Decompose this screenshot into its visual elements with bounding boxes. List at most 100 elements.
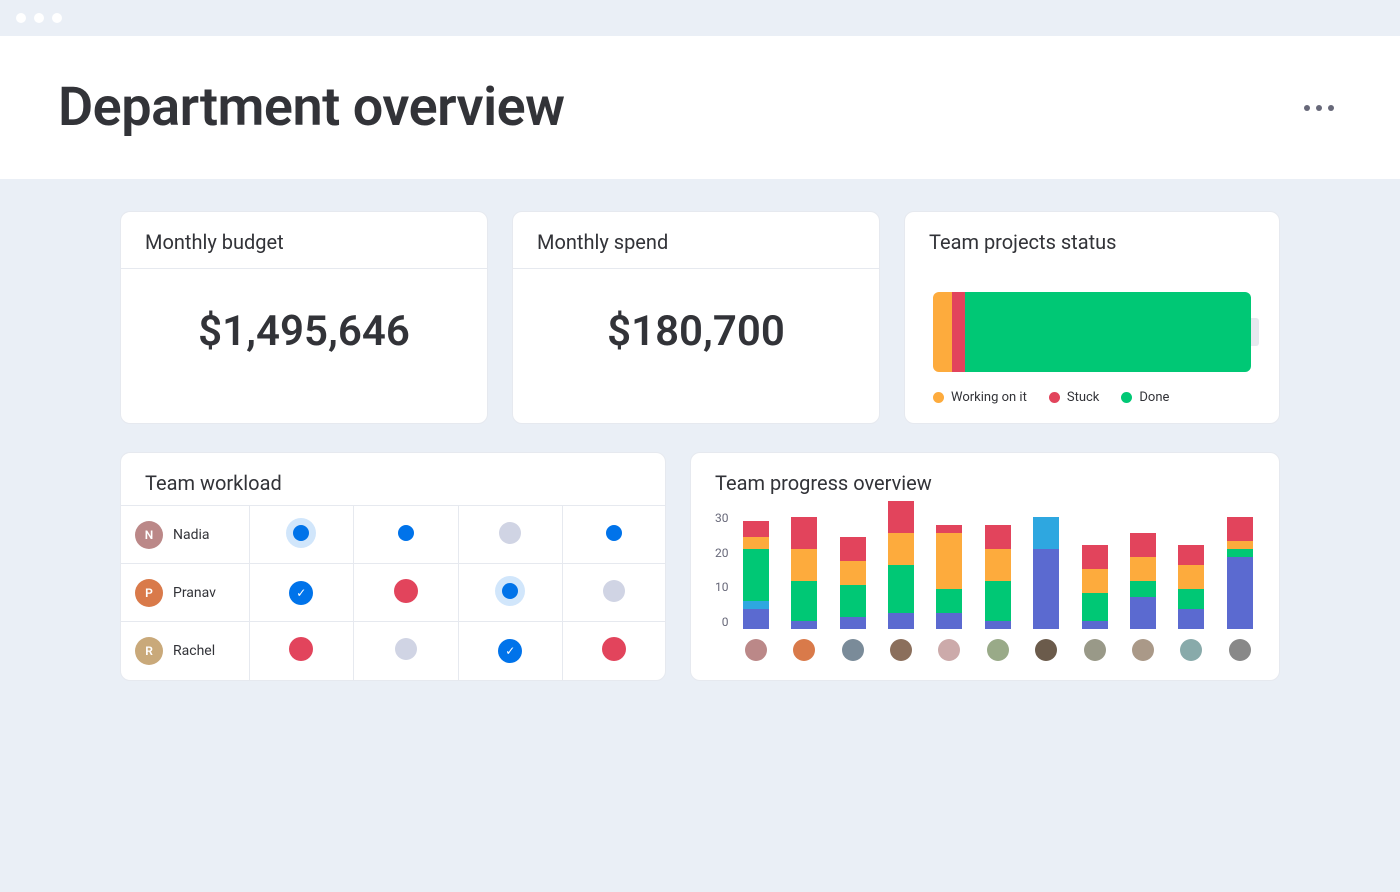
workload-status-dot[interactable] [293,525,309,541]
legend-item: Working on it [933,390,1027,405]
avatar[interactable] [938,639,960,661]
dashboard-content: Monthly budget $1,495,646 Monthly spend … [0,179,1400,681]
bar-segment [1033,517,1059,549]
avatar[interactable] [793,639,815,661]
chart-x-avatars [741,639,1256,661]
bar-segment [840,617,866,629]
avatar[interactable] [987,639,1009,661]
member-cell[interactable]: RRachel [135,637,249,665]
workload-status-dot[interactable] [398,525,414,541]
y-tick-label: 0 [715,615,729,629]
budget-value: $1,495,646 [121,269,487,400]
avatar[interactable] [1084,639,1106,661]
bar-column[interactable] [1176,545,1206,629]
avatar[interactable] [1180,639,1202,661]
status-segment [965,292,1251,372]
bar-column[interactable] [1225,517,1255,629]
bar-column[interactable] [983,525,1013,629]
spend-value: $180,700 [513,269,879,400]
team-projects-status-card: Team projects status Working on itStuckD… [904,211,1280,424]
bar-segment [888,565,914,613]
avatar[interactable] [1035,639,1057,661]
workload-status-dot[interactable] [499,522,521,544]
avatar[interactable] [1229,639,1251,661]
bar-segment [791,581,817,621]
bar-segment [1227,541,1253,549]
bar-segment [1130,581,1156,597]
workload-status-dot[interactable] [603,580,625,602]
more-menu-button[interactable] [1304,105,1342,111]
table-row: RRachel ✓ [121,622,665,680]
bar-column[interactable] [1079,545,1109,629]
bar-segment [888,533,914,565]
bar-segment [840,537,866,561]
bar-segment [1130,597,1156,629]
legend-dot-icon [1049,392,1060,403]
bar-segment [1082,569,1108,593]
avatar: N [135,521,163,549]
workload-status-dot[interactable] [606,525,622,541]
bar-segment [1033,549,1059,629]
legend-dot-icon [933,392,944,403]
bar-segment [888,501,914,533]
status-segment [933,292,952,372]
workload-status-dot[interactable] [395,638,417,660]
y-tick-label: 20 [715,546,729,560]
avatar[interactable] [842,639,864,661]
bar-segment [840,585,866,617]
team-progress-card: Team progress overview 3020100 [690,452,1280,681]
bar-segment [1178,589,1204,609]
workload-status-dot[interactable]: ✓ [498,639,522,663]
bar-segment [743,601,769,609]
bar-column[interactable] [886,501,916,629]
bar-column[interactable] [789,517,819,629]
member-cell[interactable]: PPranav [135,579,249,607]
bar-segment [1130,533,1156,557]
avatar[interactable] [1132,639,1154,661]
chart-y-axis: 3020100 [715,509,729,629]
bar-segment [985,549,1011,581]
status-battery [933,292,1251,372]
bar-segment [936,589,962,613]
workload-status-dot[interactable] [502,583,518,599]
avatar: P [135,579,163,607]
team-workload-card: Team workload NNadiaPPranav✓RRachel✓ [120,452,666,681]
bar-segment [743,537,769,549]
window-dot [34,13,44,23]
bar-segment [791,621,817,629]
window-dot [16,13,26,23]
workload-status-dot[interactable]: ✓ [289,581,313,605]
workload-status-dot[interactable] [394,579,418,603]
page-title: Department overview [58,76,565,139]
page-header: Department overview [0,36,1400,179]
bar-segment [1082,621,1108,629]
bar-segment [743,609,769,629]
bar-segment [840,561,866,585]
avatar[interactable] [890,639,912,661]
bar-column[interactable] [1128,533,1158,629]
member-cell[interactable]: NNadia [135,521,249,549]
ellipsis-icon [1316,105,1322,111]
bar-column[interactable] [741,521,771,629]
ellipsis-icon [1328,105,1334,111]
status-segment [952,292,965,372]
monthly-spend-card: Monthly spend $180,700 [512,211,880,424]
bar-segment [936,533,962,589]
bar-segment [985,525,1011,549]
bar-segment [791,517,817,549]
bar-segment [1227,549,1253,557]
check-icon: ✓ [505,644,515,658]
bar-segment [791,549,817,581]
card-title: Team projects status [905,212,1279,268]
window-dot [52,13,62,23]
bar-segment [743,549,769,601]
bar-column[interactable] [837,537,867,629]
workload-table: NNadia PPranav ✓ RRachel ✓ [121,505,665,680]
bar-column[interactable] [934,525,964,629]
bar-column[interactable] [1031,517,1061,629]
card-title: Team progress overview [691,453,1279,505]
avatar[interactable] [745,639,767,661]
workload-status-dot[interactable] [602,637,626,661]
workload-status-dot[interactable] [289,637,313,661]
legend-item: Stuck [1049,390,1100,405]
